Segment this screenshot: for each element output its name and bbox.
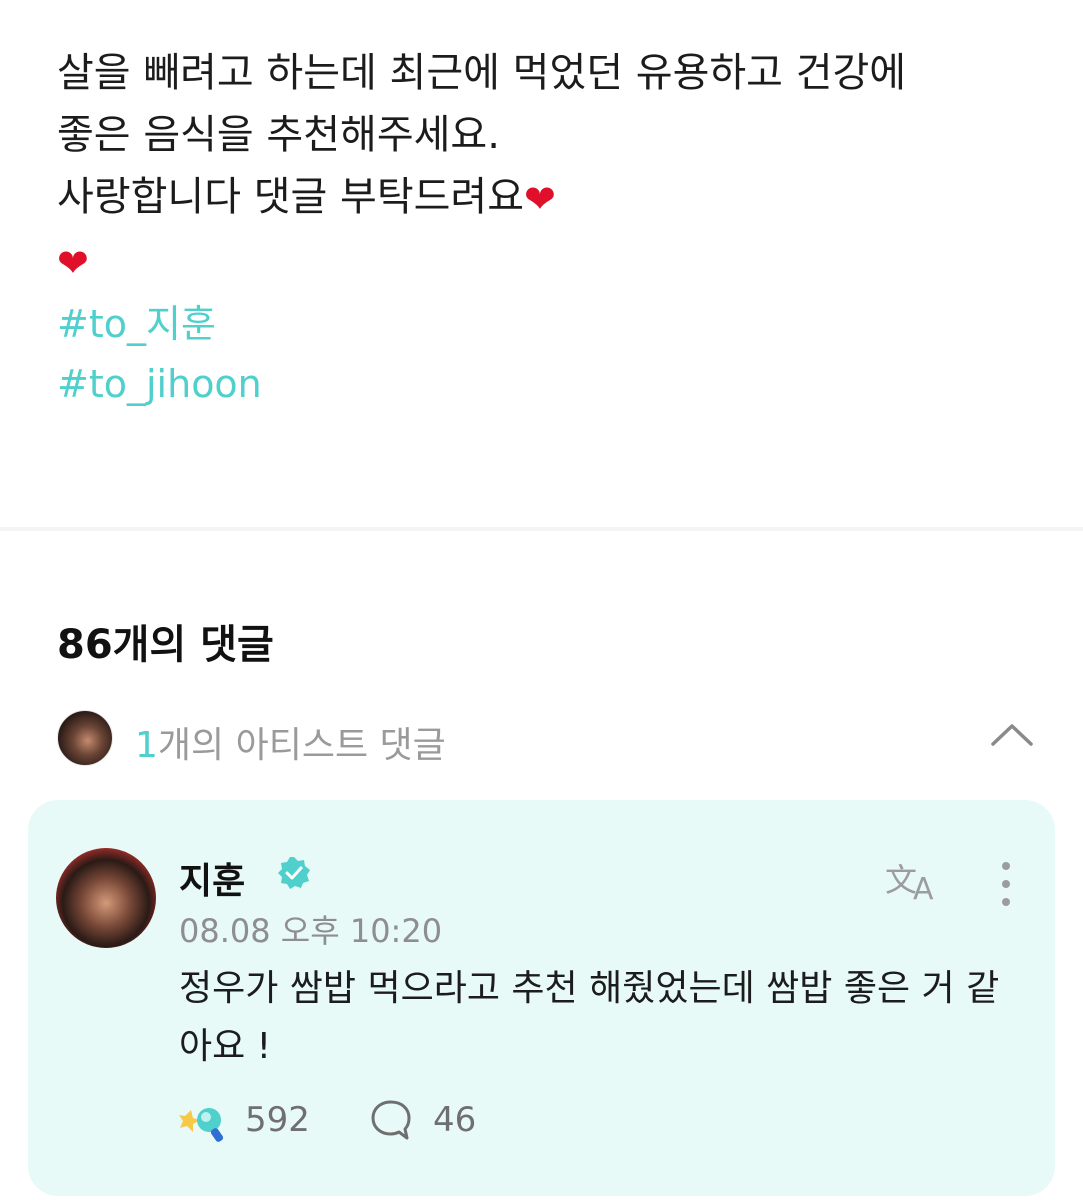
reply-bubble-icon[interactable]	[369, 1098, 413, 1144]
chevron-up-icon[interactable]	[987, 714, 1037, 754]
artist-avatar[interactable]	[56, 848, 156, 948]
comments-count-heading: 86개의 댓글	[57, 622, 274, 668]
comment-reactions: 592 46	[179, 1096, 579, 1146]
section-divider	[0, 527, 1083, 531]
cheer-count: 592	[245, 1100, 310, 1140]
artist-comments-label: 1개의 아티스트 댓글	[135, 716, 446, 768]
cheer-lightstick-icon[interactable]	[179, 1100, 229, 1144]
post-body: 살을 빼려고 하는데 최근에 먹었던 유용하고 건강에 좋은 음식을 추천해주세…	[57, 42, 1037, 414]
comment-timestamp: 08.08 오후 10:20	[179, 912, 443, 950]
verified-badge-icon	[278, 857, 310, 889]
artist-avatar-small	[57, 710, 113, 766]
artist-comments-count: 1	[135, 725, 158, 766]
artist-comments-toggle-row[interactable]: 1개의 아티스트 댓글	[57, 710, 1037, 766]
heart-icon: ❤	[57, 241, 89, 285]
reply-count: 46	[433, 1100, 477, 1140]
artist-comment-card: 지훈 文 A 08.08 오후 10:20 정우가 쌈밥 먹으라고 추천 해줬었…	[28, 800, 1055, 1196]
post-text-line-1: 살을 빼려고 하는데 최근에 먹었던 유용하고 건강에	[57, 50, 907, 96]
post-text-line-3-text: 사랑합니다 댓글 부탁드려요	[57, 174, 525, 220]
hashtag-link-to-jihoon-korean[interactable]: #to_지훈	[57, 294, 1037, 354]
post-text-line-4: ❤	[57, 230, 1037, 294]
post-text-line-2: 좋은 음식을 추천해주세요.	[57, 112, 500, 158]
hashtag-link-to-jihoon[interactable]: #to_jihoon	[57, 354, 1037, 414]
comment-text: 정우가 쌈밥 먹으라고 추천 해줬었는데 쌈밥 좋은 거 같아요 !	[179, 968, 1000, 1067]
more-vertical-icon[interactable]	[994, 860, 1018, 908]
artist-name[interactable]: 지훈	[179, 852, 245, 904]
svg-text:A: A	[913, 872, 934, 903]
artist-comments-label-text: 개의 아티스트 댓글	[157, 725, 446, 766]
translate-icon[interactable]: 文 A	[883, 857, 943, 903]
post-text-line-3: 사랑합니다 댓글 부탁드려요❤	[57, 166, 1037, 230]
heart-icon: ❤	[524, 177, 556, 221]
